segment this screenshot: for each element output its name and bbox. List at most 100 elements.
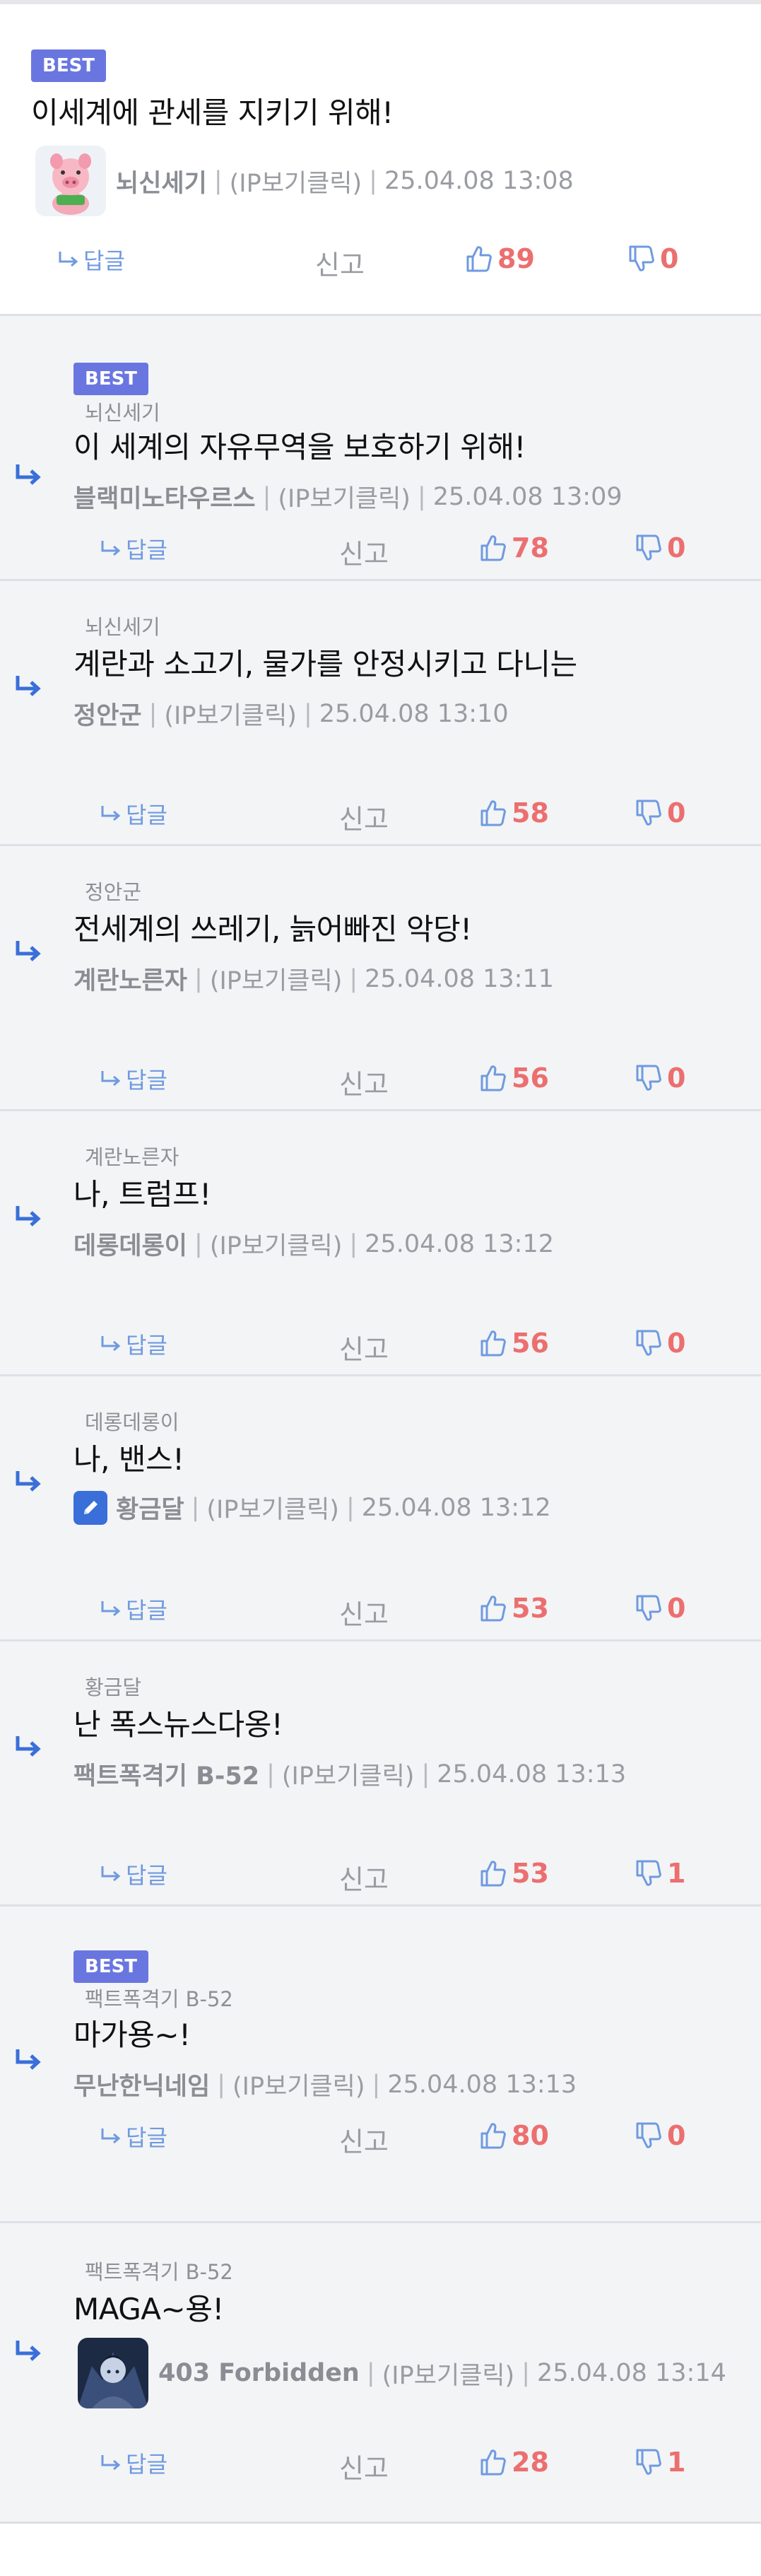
- comment-text: 나, 밴스!: [73, 1442, 184, 1477]
- comment-author[interactable]: 팩트폭격기 B-52: [73, 1756, 259, 1792]
- comment-text: 난 폭스뉴스다옹!: [73, 1707, 283, 1742]
- comment-author[interactable]: 데롱데롱이: [73, 1226, 187, 1262]
- comment-date: 25.04.08 13:08: [384, 167, 574, 195]
- reply-button[interactable]: 답글: [99, 797, 167, 830]
- report-button[interactable]: 신고: [339, 2447, 389, 2486]
- report-button[interactable]: 신고: [339, 1858, 389, 1897]
- ip-view-link[interactable]: (IP보기클릭): [230, 163, 362, 199]
- dislike-button[interactable]: 1: [633, 2447, 685, 2478]
- reply-button[interactable]: 답글: [99, 1593, 167, 1625]
- comment-author[interactable]: 계란노른자: [73, 961, 187, 997]
- report-button[interactable]: 신고: [339, 797, 389, 836]
- comment-date: 25.04.08 13:09: [432, 482, 623, 511]
- reply-button[interactable]: 답글: [99, 1062, 167, 1095]
- reply-button[interactable]: 답글: [57, 243, 125, 276]
- dislike-button[interactable]: 0: [633, 1328, 685, 1359]
- comment-thread: BEST 이세계에 관세를 지키기 위해! 뇌신세기 | (IP보기클릭) | …: [0, 0, 761, 2524]
- reply-arrow-icon: [101, 1601, 121, 1617]
- reply-button[interactable]: 답글: [99, 1328, 167, 1360]
- parent-author: 팩트폭격기 B-52: [85, 2260, 233, 2284]
- comment-author[interactable]: 블랙미노타우르스: [73, 479, 256, 515]
- dislike-count: 0: [667, 1062, 686, 1094]
- comment-date: 25.04.08 13:11: [365, 964, 555, 993]
- report-button[interactable]: 신고: [339, 2120, 389, 2159]
- meta-separator: |: [262, 482, 271, 511]
- dislike-button[interactable]: 0: [633, 532, 685, 563]
- meta-separator: |: [266, 1760, 275, 1788]
- ip-view-link[interactable]: (IP보기클릭): [278, 479, 411, 515]
- reply-button[interactable]: 답글: [99, 2447, 167, 2479]
- thumbs-up-icon: [480, 1065, 506, 1091]
- dislike-count: 1: [667, 2447, 686, 2478]
- like-button[interactable]: 53: [478, 1858, 549, 1889]
- reply-label: 답글: [126, 1862, 167, 1889]
- comment-meta: 계란노른자 | (IP보기클릭) | 25.04.08 13:11: [73, 961, 554, 997]
- like-button[interactable]: 53: [478, 1593, 549, 1624]
- like-button[interactable]: 89: [464, 243, 535, 274]
- comment-meta: 블랙미노타우르스 | (IP보기클릭) | 25.04.08 13:09: [73, 479, 623, 515]
- comment-date: 25.04.08 13:13: [387, 2070, 577, 2099]
- comment-author[interactable]: 403 Forbidden: [158, 2359, 360, 2387]
- dislike-button[interactable]: 0: [633, 1062, 685, 1094]
- dislike-button[interactable]: 0: [633, 1593, 685, 1624]
- parent-author: 정안군: [85, 880, 142, 904]
- dislike-count: 0: [667, 532, 686, 563]
- like-button[interactable]: 56: [478, 1062, 549, 1094]
- comment-meta: 데롱데롱이 | (IP보기클릭) | 25.04.08 13:12: [73, 1226, 554, 1262]
- reply-button[interactable]: 답글: [99, 532, 167, 565]
- report-button[interactable]: 신고: [339, 1328, 389, 1366]
- dislike-button[interactable]: 0: [633, 797, 685, 829]
- comment-actions: 답글 신고 89 0: [0, 243, 761, 286]
- best-badge: BEST: [73, 363, 149, 395]
- comment-text: 이 세계의 자유무역을 보호하기 위해!: [73, 430, 526, 464]
- ip-view-link[interactable]: (IP보기클릭): [282, 1756, 415, 1792]
- like-count: 80: [512, 2120, 549, 2151]
- comment-actions: 답글 신고 78 0: [0, 532, 761, 575]
- reply-button[interactable]: 답글: [99, 1858, 167, 1890]
- ip-view-link[interactable]: (IP보기클릭): [164, 696, 297, 732]
- meta-separator: |: [372, 2070, 381, 2099]
- comment-meta: 황금달 | (IP보기클릭) | 25.04.08 13:12: [73, 1489, 551, 1526]
- comment-author[interactable]: 무난한닉네임: [73, 2066, 210, 2102]
- dislike-button[interactable]: 0: [626, 243, 678, 274]
- dislike-button[interactable]: 1: [633, 1858, 685, 1889]
- comment-author[interactable]: 뇌신세기: [116, 163, 207, 199]
- ip-view-link[interactable]: (IP보기클릭): [210, 1226, 343, 1262]
- like-button[interactable]: 78: [478, 532, 549, 563]
- dark-character-avatar-icon[interactable]: [78, 2338, 148, 2408]
- parent-author: 팩트폭격기 B-52: [85, 1987, 233, 2011]
- like-button[interactable]: 58: [478, 797, 549, 829]
- ip-view-link[interactable]: (IP보기클릭): [232, 2066, 365, 2102]
- ip-view-link[interactable]: (IP보기클릭): [382, 2355, 515, 2391]
- comment-author[interactable]: 정안군: [73, 696, 142, 732]
- parent-author: 계란노른자: [85, 1145, 179, 1169]
- meta-separator: |: [213, 167, 223, 195]
- ip-view-link[interactable]: (IP보기클릭): [210, 961, 343, 997]
- comment-date: 25.04.08 13:13: [437, 1760, 627, 1788]
- comment-actions: 답글 신고 56 0: [0, 1062, 761, 1105]
- meta-separator: |: [349, 1229, 358, 1258]
- meta-separator: |: [191, 1493, 200, 1522]
- comment-actions: 답글 신고 80 0: [0, 2120, 761, 2162]
- reply-label: 답글: [126, 537, 167, 563]
- like-button[interactable]: 80: [478, 2120, 549, 2151]
- pig-avatar-icon[interactable]: [35, 146, 106, 216]
- reply-label: 답글: [126, 2124, 167, 2151]
- report-button[interactable]: 신고: [339, 1593, 389, 1632]
- like-button[interactable]: 28: [478, 2447, 549, 2478]
- report-button[interactable]: 신고: [339, 1062, 389, 1101]
- report-button[interactable]: 신고: [339, 532, 389, 571]
- comment-author[interactable]: 황금달: [116, 1489, 184, 1526]
- thumbs-down-icon: [636, 1595, 661, 1621]
- comment-date: 25.04.08 13:10: [319, 699, 509, 728]
- dislike-button[interactable]: 0: [633, 2120, 685, 2151]
- comment-meta: 403 Forbidden | (IP보기클릭) | 25.04.08 13:1…: [78, 2338, 726, 2408]
- comment-item: BEST 팩트폭격기 B-52 마가용~! 무난한닉네임 | (IP보기클릭) …: [0, 1907, 761, 2223]
- like-count: 56: [512, 1062, 549, 1094]
- reply-button[interactable]: 답글: [99, 2120, 167, 2153]
- ip-view-link[interactable]: (IP보기클릭): [206, 1489, 339, 1526]
- report-button[interactable]: 신고: [315, 243, 365, 282]
- reply-indicator-icon: [14, 1733, 42, 1760]
- like-button[interactable]: 56: [478, 1328, 549, 1359]
- reply-arrow-icon: [101, 1866, 121, 1882]
